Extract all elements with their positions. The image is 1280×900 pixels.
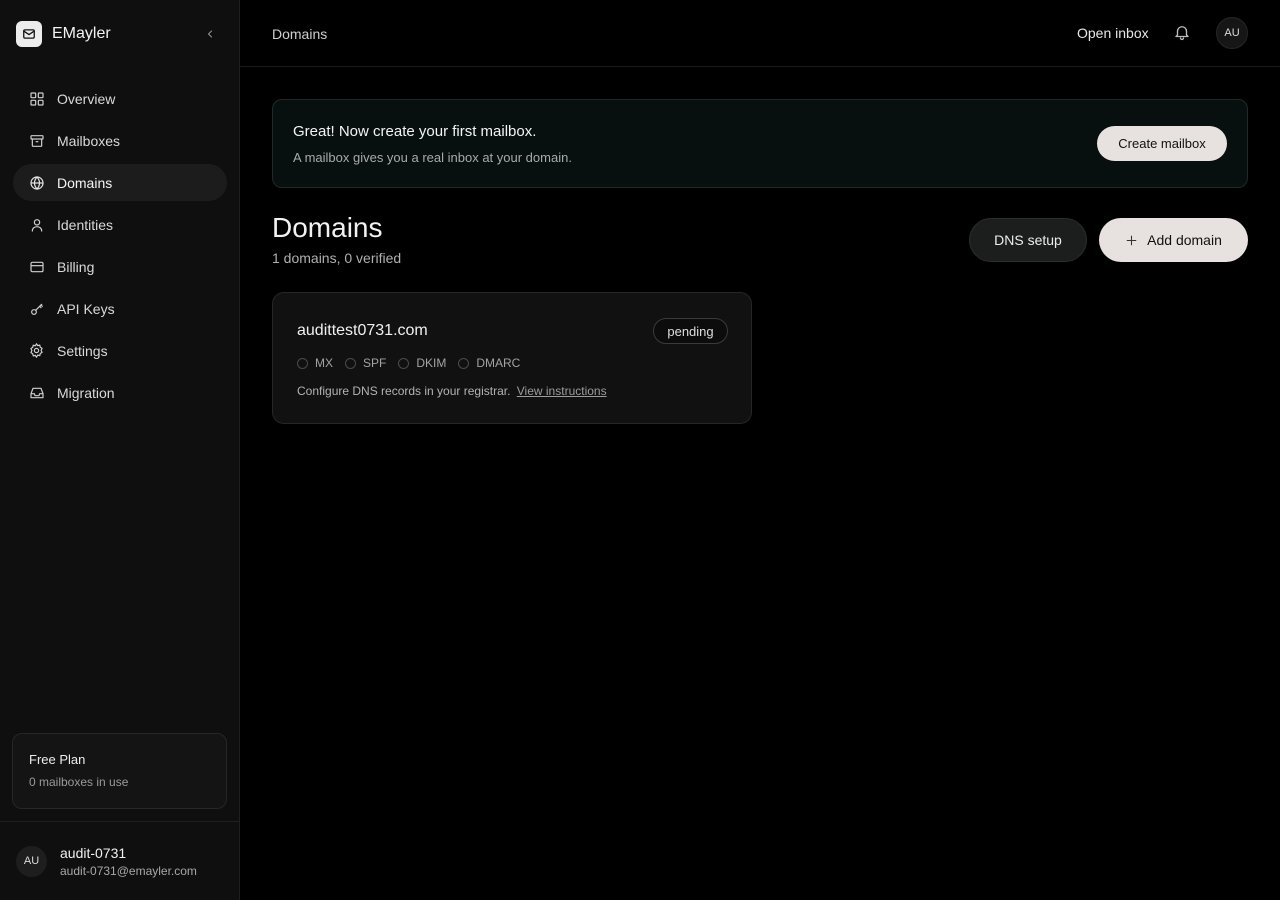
status-circle-icon bbox=[398, 357, 410, 369]
archive-icon bbox=[28, 132, 45, 149]
sidebar-item-settings[interactable]: Settings bbox=[13, 332, 227, 369]
user-avatar-button[interactable]: AU bbox=[1216, 17, 1248, 49]
breadcrumb: Domains bbox=[272, 26, 328, 42]
topbar: Domains Open inbox AU bbox=[240, 0, 1280, 67]
banner-title: Great! Now create your first mailbox. bbox=[293, 123, 537, 140]
sidebar-item-label: Identities bbox=[57, 216, 114, 233]
sidebar: EMayler Overview Mailboxes Domains Ident… bbox=[0, 0, 240, 900]
check-dkim: DKIM bbox=[398, 356, 446, 370]
sidebar-item-overview[interactable]: Overview bbox=[13, 80, 227, 117]
dns-checks: MX SPF DKIM DMARC bbox=[297, 356, 532, 370]
page-title: Domains bbox=[272, 212, 383, 243]
dns-setup-button[interactable]: DNS setup bbox=[969, 218, 1087, 262]
bell-icon bbox=[1175, 26, 1189, 41]
collapse-sidebar-button[interactable] bbox=[200, 24, 220, 44]
check-dmarc: DMARC bbox=[458, 356, 520, 370]
sidebar-item-label: Overview bbox=[57, 90, 116, 107]
sidebar-item-identities[interactable]: Identities bbox=[13, 206, 227, 243]
status-badge: pending bbox=[653, 318, 728, 344]
check-spf: SPF bbox=[345, 356, 386, 370]
avatar: AU bbox=[16, 845, 47, 877]
notifications-button[interactable] bbox=[1173, 23, 1193, 43]
check-label: DMARC bbox=[476, 356, 521, 370]
sidebar-item-label: Mailboxes bbox=[57, 132, 121, 149]
status-circle-icon bbox=[345, 357, 356, 369]
sidebar-item-domains[interactable]: Domains bbox=[13, 164, 227, 201]
credit-card-icon bbox=[28, 258, 45, 275]
status-circle-icon bbox=[458, 357, 470, 369]
check-label: SPF bbox=[363, 356, 387, 370]
onboarding-banner: Great! Now create your first mailbox. A … bbox=[272, 99, 1248, 188]
domain-card[interactable]: audittest0731.com pending MX SPF DKIM DM… bbox=[272, 292, 752, 424]
user-icon bbox=[28, 216, 45, 233]
banner-subtitle: A mailbox gives you a real inbox at your… bbox=[293, 150, 572, 165]
check-mx: MX bbox=[297, 356, 333, 370]
open-inbox-link[interactable]: Open inbox bbox=[1077, 25, 1149, 41]
domain-name: audittest0731.com bbox=[297, 322, 428, 339]
sidebar-item-api-keys[interactable]: API Keys bbox=[13, 290, 227, 327]
app-name: EMayler bbox=[52, 25, 111, 42]
sidebar-item-label: Billing bbox=[57, 258, 95, 275]
status-circle-icon bbox=[297, 357, 308, 369]
domains-summary: 1 domains, 0 verified bbox=[272, 250, 402, 266]
plan-card: Free Plan 0 mailboxes in use bbox=[12, 733, 227, 809]
sidebar-nav: Overview Mailboxes Domains Identities Bi… bbox=[13, 80, 227, 416]
sidebar-item-migration[interactable]: Migration bbox=[13, 374, 227, 411]
check-label: MX bbox=[315, 356, 333, 370]
user-email: audit-0731@emayler.com bbox=[60, 863, 197, 878]
view-instructions-link[interactable]: View instructions bbox=[517, 384, 607, 398]
plan-title: Free Plan bbox=[29, 752, 86, 767]
sidebar-item-label: Domains bbox=[57, 174, 113, 191]
chevron-left-icon bbox=[208, 30, 212, 38]
sidebar-item-label: Settings bbox=[57, 342, 108, 359]
globe-icon bbox=[28, 174, 45, 191]
dns-instructions: Configure DNS records in your registrar.… bbox=[297, 384, 607, 398]
mail-logo-icon bbox=[16, 21, 42, 47]
add-domain-label: Add domain bbox=[1147, 232, 1222, 248]
sidebar-item-mailboxes[interactable]: Mailboxes bbox=[13, 122, 227, 159]
plus-icon bbox=[1125, 234, 1138, 247]
brand: EMayler bbox=[16, 20, 226, 48]
user-profile[interactable]: AU audit-0731 audit-0731@emayler.com bbox=[0, 821, 239, 900]
gear-icon bbox=[28, 342, 45, 359]
grid-icon bbox=[28, 90, 45, 107]
inbox-icon bbox=[28, 384, 45, 401]
check-label: DKIM bbox=[416, 356, 447, 370]
plan-usage: 0 mailboxes in use bbox=[29, 775, 129, 789]
sidebar-item-label: Migration bbox=[57, 384, 115, 401]
sidebar-item-label: API Keys bbox=[57, 300, 115, 317]
sidebar-item-billing[interactable]: Billing bbox=[13, 248, 227, 285]
instructions-text: Configure DNS records in your registrar. bbox=[297, 384, 511, 398]
create-mailbox-button[interactable]: Create mailbox bbox=[1097, 126, 1227, 161]
user-name: audit-0731 bbox=[60, 844, 127, 861]
key-icon bbox=[28, 300, 45, 317]
add-domain-button[interactable]: Add domain bbox=[1099, 218, 1248, 262]
